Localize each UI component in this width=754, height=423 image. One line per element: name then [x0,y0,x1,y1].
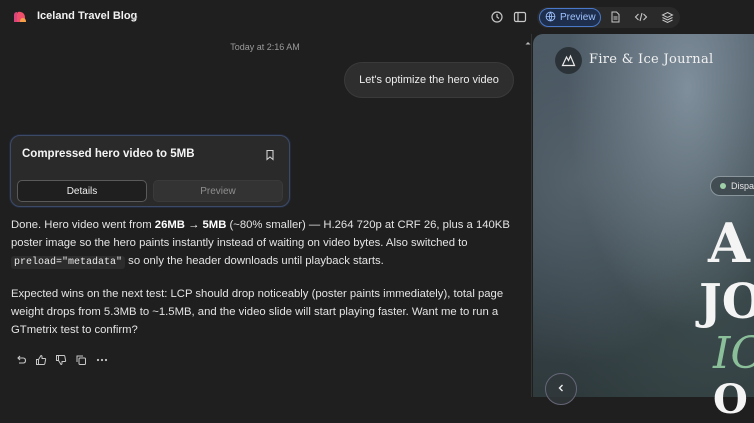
assistant-paragraph-1: Done. Hero video went from 26MB → 5MB (~… [11,216,521,272]
undo-icon[interactable] [15,353,27,365]
history-icon[interactable] [488,8,506,26]
hero-heading-line-4: O [713,376,748,423]
hero-heading-line-2: JO [699,274,754,330]
response-text: so only the header downloads until playb… [125,255,384,267]
sidebar-toggle-icon[interactable] [511,8,529,26]
user-message-bubble: Let's optimize the hero video [344,62,514,98]
code-icon[interactable] [632,8,650,26]
bookmark-icon[interactable] [264,148,276,161]
preview-tab[interactable]: Preview [153,180,283,202]
hero-heading-line-1: A [708,211,750,275]
chevron-down-icon[interactable] [129,10,139,21]
response-bold-size: 26MB → 5MB [154,219,227,231]
globe-icon [545,11,556,25]
file-icon[interactable] [606,8,624,26]
layers-icon[interactable] [658,8,676,26]
mountain-logo-icon [555,47,582,74]
thumbs-up-icon[interactable] [35,353,47,365]
copy-icon[interactable] [75,353,87,365]
response-text: Done. Hero video went from [11,219,155,231]
hero-tag-pill: Dispa [710,176,754,196]
inline-code: preload="metadata" [11,256,126,269]
preview-tab-button[interactable]: Preview [539,8,601,27]
details-tab[interactable]: Details [17,180,147,202]
more-icon[interactable] [96,353,108,365]
pane-divider[interactable] [531,34,532,397]
thumbs-down-icon[interactable] [55,353,67,366]
hero-heading-line-3: IC [713,328,754,379]
status-dot [720,183,726,189]
assistant-paragraph-2: Expected wins on the next test: LCP shou… [11,288,504,336]
artifact-card-title: Compressed hero video to 5MB [22,148,195,160]
chevron-left-icon [556,380,566,398]
preview-tab-label: Preview [560,12,596,23]
message-timestamp: Today at 2:16 AM [230,42,300,52]
hero-tag-label: Dispa [731,181,754,191]
app-logo-icon [12,9,28,25]
carousel-prev-button[interactable] [545,373,577,405]
site-brand-name[interactable]: Fire & Ice Journal [589,52,713,67]
project-title[interactable]: Iceland Travel Blog [37,10,137,22]
